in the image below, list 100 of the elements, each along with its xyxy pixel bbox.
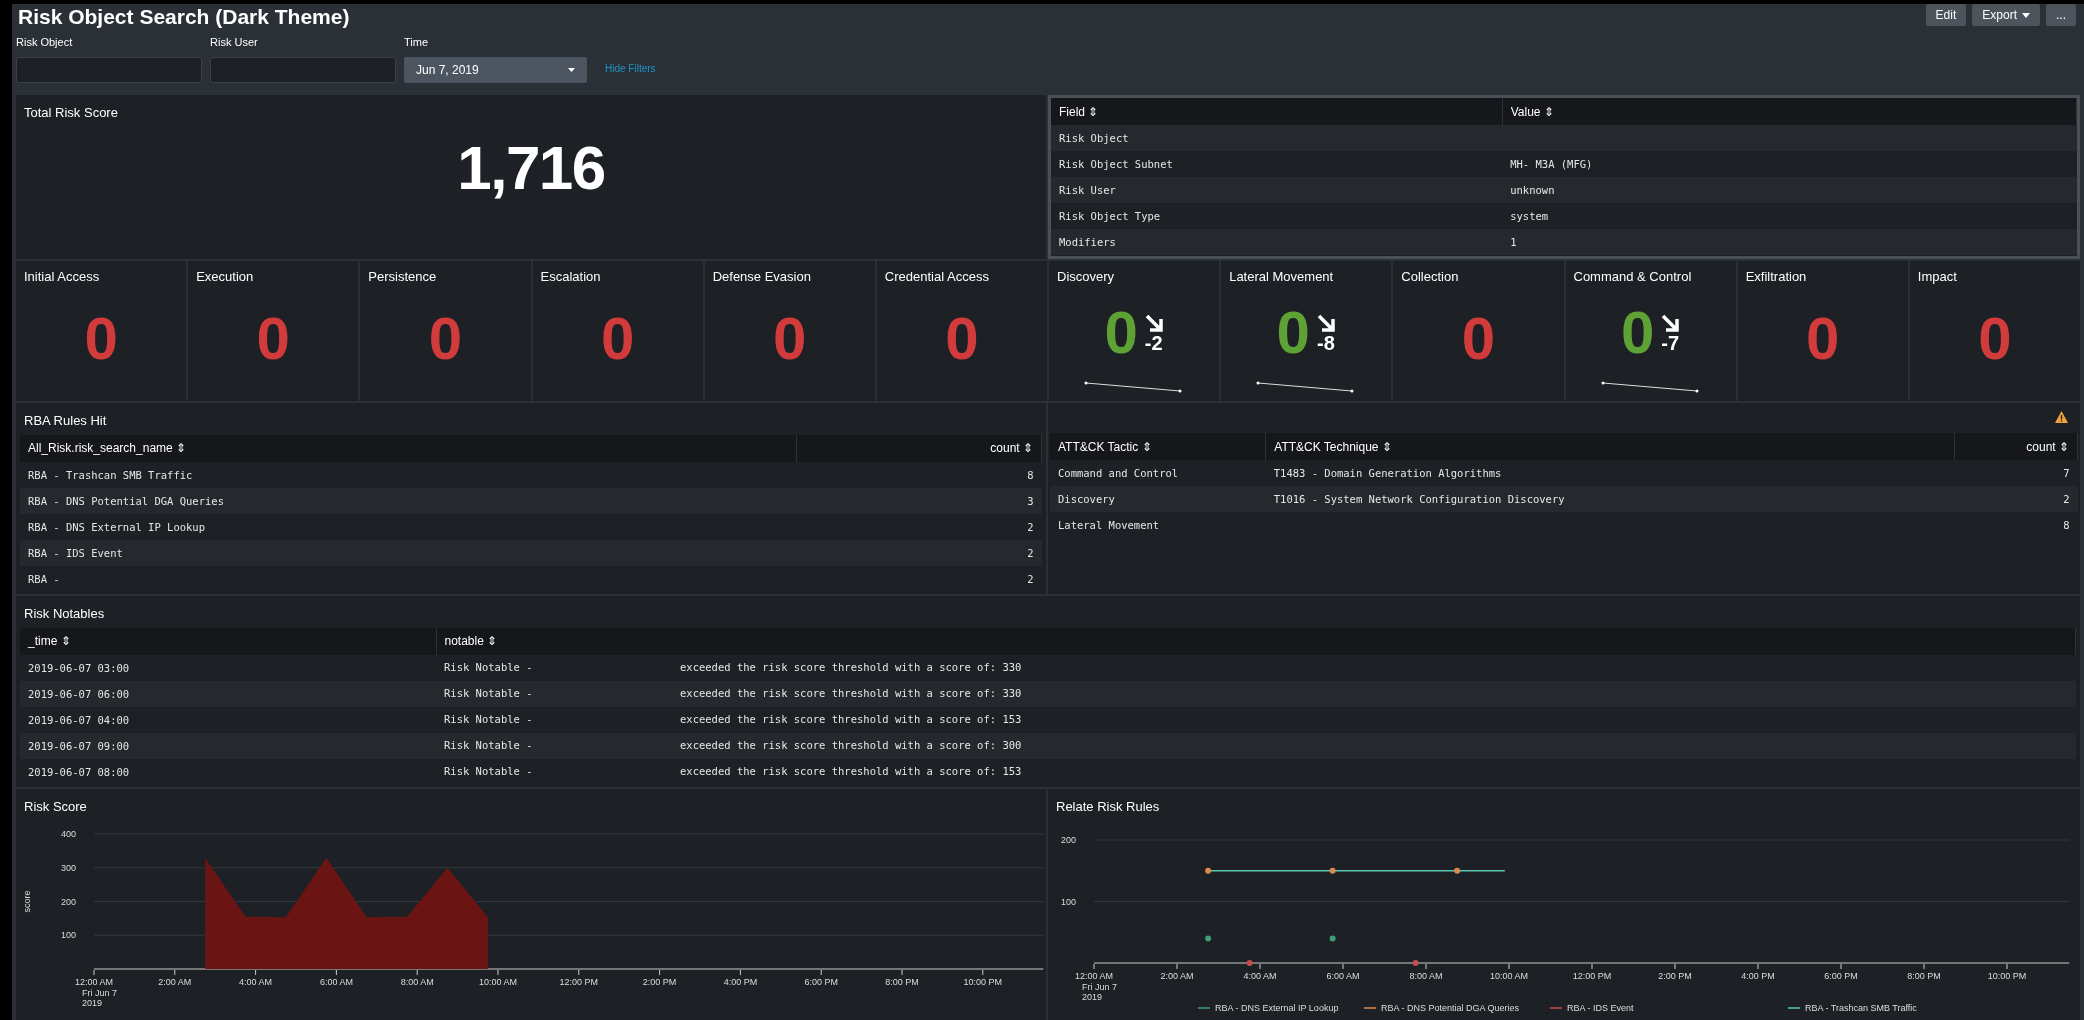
tile-title: Credential Access [884, 269, 989, 284]
caret-icon [568, 67, 575, 72]
axis-date-label: Fri Jun 7 [1082, 981, 1117, 992]
data-point [1205, 867, 1212, 874]
tile-title: Execution [196, 269, 254, 284]
table-cell: 2 [1027, 520, 1034, 533]
column-header[interactable]: count ⇕ [1954, 433, 2078, 460]
data-point [1329, 867, 1336, 874]
column-header[interactable]: Value ⇕ [1502, 98, 2077, 125]
axis-tick-label: 12:00 AM [75, 976, 113, 987]
table-cell: MH- M3A (MFG) [1510, 158, 1593, 170]
column-header[interactable]: notable ⇕ [436, 627, 2076, 655]
legend-item[interactable]: RBA - IDS Event [1549, 1002, 1634, 1013]
tile-title: Defense Evasion [712, 269, 811, 284]
column-header[interactable]: All_Risk.risk_search_name ⇕ [20, 434, 797, 462]
table-cell: RBA - IDS Event [28, 546, 123, 559]
tile-title: Initial Access [24, 269, 100, 284]
data-point [1205, 934, 1212, 941]
trend-value: -8 [1317, 332, 1335, 353]
tile-title: Discovery [1057, 269, 1115, 284]
toolbar-button[interactable]: Edit [1925, 4, 1967, 26]
legend-item[interactable]: RBA - DNS Potential DGA Queries [1363, 1002, 1520, 1013]
axis-tick-label: 8:00 AM [400, 976, 434, 987]
filter-label: Risk Object [16, 35, 73, 50]
table-cell: system [1510, 210, 1549, 222]
hide-filters-link[interactable]: Hide Filters [605, 60, 656, 76]
table-cell: Command and Control [1058, 467, 1179, 479]
tile-title: Exfiltration [1745, 269, 1807, 284]
column-header[interactable]: Field ⇕ [1051, 98, 1503, 125]
axis-tick-label: 4:00 PM [723, 976, 758, 987]
axis-tick-label: 2:00 AM [158, 976, 192, 987]
legend-label: RBA - IDS Event [1567, 1002, 1635, 1013]
tile-value: 0 [1461, 308, 1496, 369]
tile-value: 0 [1978, 308, 2012, 369]
axis-date-label: Fri Jun 7 [82, 987, 117, 998]
axis-tick-label: 10:00 AM [1490, 970, 1528, 981]
table-cell: 2019-06-07 06:00 [28, 687, 130, 700]
warning-icon[interactable] [2055, 411, 2068, 423]
axis-tick-label: 6:00 PM [804, 976, 838, 987]
tile-value: 0 [773, 308, 807, 369]
tile-value: 0 [1806, 308, 1840, 369]
tile-value: 0 [84, 308, 118, 369]
axis-tick-label: 10:00 PM [963, 976, 1003, 987]
down-right-arrow-icon [1315, 312, 1336, 333]
axis-tick-label: 4:00 AM [239, 976, 273, 987]
table-cell: Risk Object Type [1059, 210, 1161, 222]
text-field[interactable] [210, 56, 396, 83]
axis-date-label: 2019 [82, 997, 103, 1008]
table-cell: T1483 - Domain Generation Algorithms [1273, 467, 1502, 479]
table-cell: RBA - DNS External IP Lookup [28, 520, 205, 533]
axis-tick-label: 4:00 AM [1243, 970, 1277, 981]
text-field[interactable] [16, 56, 202, 83]
filter-label: Time [404, 35, 429, 50]
filter-label: Risk User [210, 35, 258, 50]
column-header[interactable]: _time ⇕ [20, 627, 436, 655]
axis-tick-label: 10:00 PM [1987, 970, 2027, 981]
axis-tick-label: 4:00 PM [1741, 970, 1775, 981]
trend-value: -7 [1661, 332, 1680, 353]
legend-item[interactable]: RBA - Trashcan SMB Traffic [1787, 1002, 1917, 1013]
axis-tick-label: 2:00 PM [1658, 970, 1692, 981]
axis-tick-label: 8:00 PM [1907, 970, 1941, 981]
export-menu-button[interactable]: Export [1972, 4, 2040, 26]
panel-title: Relate Risk Rules [1056, 798, 1160, 816]
axis-tick-label: 8:00 AM [1409, 970, 1443, 981]
axis-tick-label: 12:00 PM [559, 976, 599, 987]
axis-tick-label: 12:00 AM [1075, 970, 1113, 981]
table-cell-text: Risk Notable - [444, 659, 534, 675]
table-cell: Discovery [1058, 493, 1115, 505]
tile-title: Command & Control [1573, 269, 1692, 284]
table-cell-text: Risk Notable - [444, 711, 534, 727]
axis-tick-label: 10:00 AM [479, 976, 517, 987]
column-header[interactable]: count ⇕ [796, 434, 1042, 462]
caret-icon [2022, 12, 2030, 18]
axis-tick-label: 300 [60, 862, 76, 873]
time-dropdown[interactable]: Jun 7, 2019 [404, 56, 587, 83]
axis-date-label: 2019 [1082, 991, 1103, 1002]
column-header[interactable]: ATT&CK Technique ⇕ [1265, 433, 1955, 460]
table-cell: 2019-06-07 04:00 [28, 713, 130, 726]
table-cell: 2 [1027, 546, 1034, 559]
table-cell: unknown [1510, 184, 1555, 196]
table-cell: RBA - Trashcan SMB Traffic [28, 468, 193, 481]
table-cell: Risk Object [1059, 132, 1129, 144]
tile-title: Persistence [368, 269, 437, 284]
dashboard-title: Risk Object Search (Dark Theme) [17, 4, 350, 30]
axis-tick-label: 8:00 PM [885, 976, 919, 987]
data-point [1454, 867, 1461, 874]
data-point [1412, 959, 1419, 966]
legend-item[interactable]: RBA - DNS External IP Lookup [1197, 1002, 1339, 1013]
toolbar-button[interactable]: ... [2046, 4, 2076, 26]
table-cell-text: exceeded the risk score threshold with a score of: 153 [680, 711, 1022, 727]
tile-title: Escalation [540, 269, 601, 284]
axis-tick-label: 6:00 AM [319, 976, 353, 987]
panel-title: RBA Rules Hit [24, 412, 107, 430]
data-point [1329, 934, 1336, 941]
axis-tick-label: 100 [60, 929, 76, 940]
tile-value: 0 [1104, 302, 1138, 363]
tile-title: Collection [1401, 269, 1459, 284]
panel-title: Total Risk Score [24, 104, 118, 122]
table-cell: 3 [1027, 494, 1034, 507]
column-header[interactable]: ATT&CK Tactic ⇕ [1050, 433, 1266, 460]
